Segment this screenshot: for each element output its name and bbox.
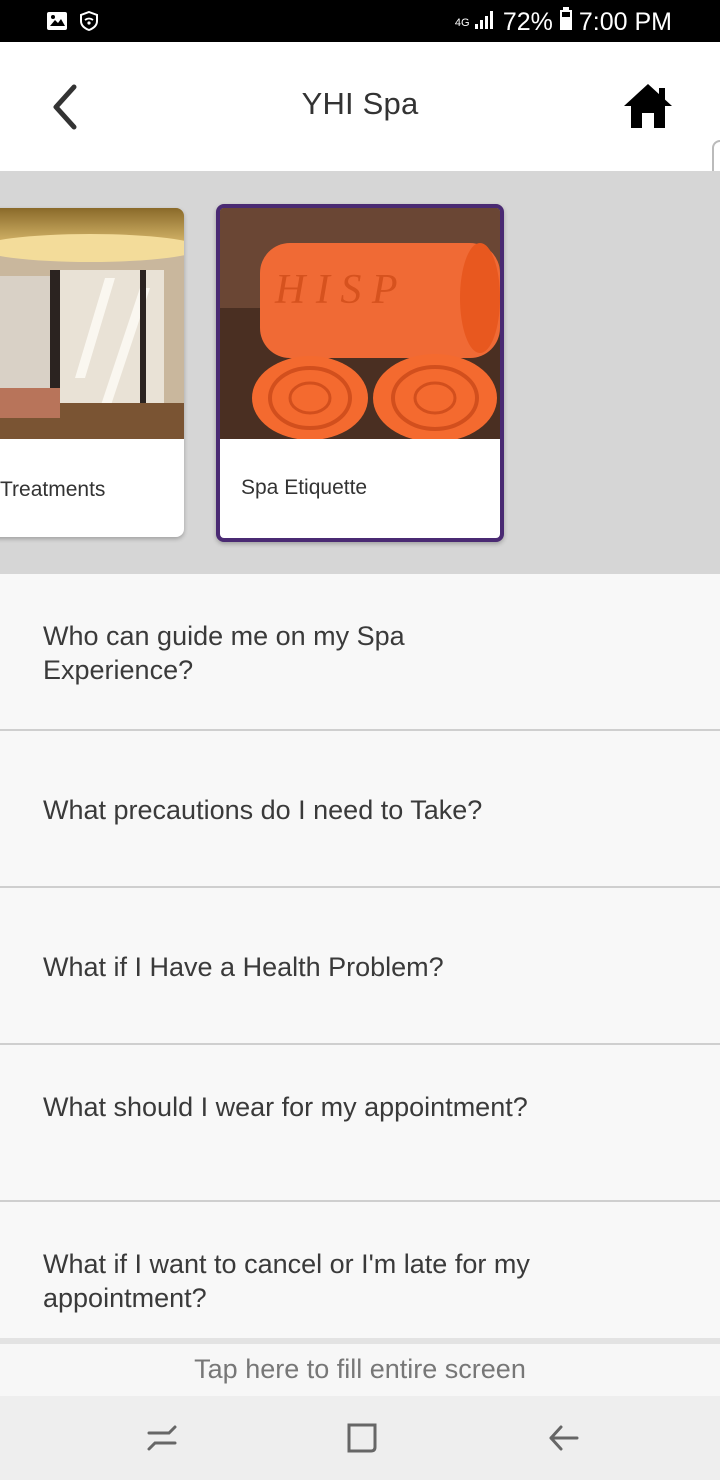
system-nav-bar [0,1396,720,1480]
battery-icon [559,7,573,38]
home-button[interactable] [616,76,680,136]
faq-item-precautions[interactable]: What precautions do I need to Take? [0,731,720,888]
faq-question: What if I want to cancel or I'm late for… [43,1249,530,1313]
status-left [46,10,98,36]
recents-button[interactable] [140,1416,184,1460]
card-treatments[interactable]: Treatments [0,208,184,537]
faq-question: Who can guide me on my Spa Experience? [43,621,405,685]
chevron-left-icon [53,84,77,130]
nav-home-button[interactable] [340,1416,384,1460]
page-title: YHI Spa [301,86,419,121]
home-square-icon [347,1423,377,1453]
fill-screen-banner[interactable]: Tap here to fill entire screen [0,1338,720,1396]
app-bar: YHI Spa [0,42,720,171]
faq-question: What should I wear for my appointment? [43,1092,528,1122]
image-icon [46,11,68,36]
card-label-spa-etiquette: Spa Etiquette [241,476,368,499]
home-icon [624,84,672,128]
faq-item-wear[interactable]: What should I wear for my appointment? [0,1045,720,1202]
category-carousel: Treatments H I S P Spa Etiquette [0,171,720,574]
faq-item-cancel[interactable]: What if I want to cancel or I'm late for… [0,1202,720,1340]
faq-question: What precautions do I need to Take? [43,795,483,825]
card-spa-etiquette[interactable]: H I S P Spa Etiquette [216,204,504,542]
signal-icon [473,8,497,37]
battery-percent: 72% [502,8,553,36]
faq-item-health[interactable]: What if I Have a Health Problem? [0,888,720,1045]
wifi-shield-icon [80,10,98,36]
faq-question: What if I Have a Health Problem? [43,952,444,982]
status-right: 4G 72% 7:00 PM [455,7,672,38]
clock: 7:00 PM [578,8,672,36]
svg-text:H I S P: H I S P [274,267,397,313]
back-arrow-icon [549,1425,579,1451]
faq-item-guide[interactable]: Who can guide me on my Spa Experience? [0,574,720,731]
orange-towels-photo: H I S P [220,208,500,439]
status-bar: 4G 72% 7:00 PM [0,0,720,42]
network-type: 4G [454,16,470,29]
screen: 4G 72% 7:00 PM YHI Spa Treatments H I S … [0,0,720,1480]
recents-icon [147,1425,177,1451]
back-button[interactable] [40,78,90,136]
fill-screen-text: Tap here to fill entire screen [194,1354,526,1384]
faq-list: Who can guide me on my Spa Experience? W… [0,574,720,1340]
spa-room-photo [0,208,184,439]
nav-back-button[interactable] [542,1416,586,1460]
card-label-treatments: Treatments [0,478,106,501]
